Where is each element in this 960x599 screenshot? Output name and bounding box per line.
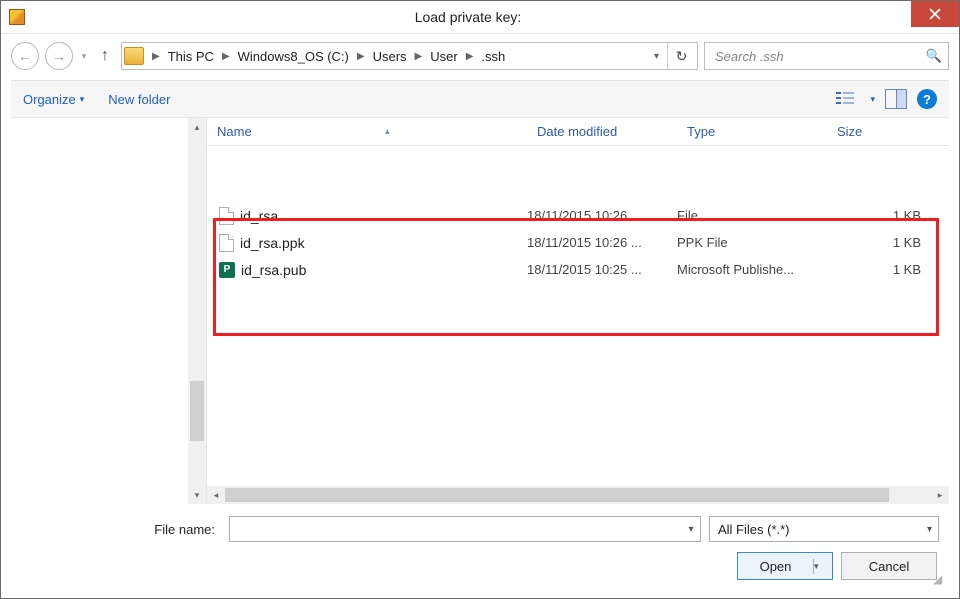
column-size[interactable]: Size [827,124,949,139]
search-box[interactable]: 🔍 [704,42,949,70]
open-button[interactable]: Open ▾ [737,552,833,580]
file-date: 18/11/2015 10:26 ... [527,235,677,250]
preview-pane-button[interactable] [885,89,907,109]
hscroll-thumb[interactable] [225,488,889,502]
open-dropdown[interactable]: ▾ [814,561,832,572]
file-list: Name ▴ Date modified Type Size id_rsa 18… [207,118,949,504]
file-name: id_rsa.pub [241,262,306,278]
main-area: ▴ ▾ Name ▴ Date modified Type Size [11,118,949,504]
column-name-label: Name [217,124,252,139]
chevron-down-icon: ▾ [80,94,85,105]
view-dropdown[interactable]: ▾ [870,94,875,105]
breadcrumb-item[interactable]: User [428,49,459,64]
forward-button[interactable]: → [45,42,73,70]
close-button[interactable] [911,1,959,27]
column-headers: Name ▴ Date modified Type Size [207,118,949,146]
organize-button[interactable]: Organize ▾ [23,92,84,107]
file-icon [219,234,234,252]
sidebar-scrollbar[interactable]: ▴ ▾ [188,118,206,504]
view-options-button[interactable] [836,89,860,109]
file-type: PPK File [677,235,827,250]
help-button[interactable]: ? [917,89,937,109]
bottom-panel: File name: ▾ All Files (*.*) ▾ Open ▾ Ca… [11,504,949,588]
filetype-dropdown[interactable]: ▾ [927,524,932,535]
file-size: 1 KB [827,208,949,223]
titlebar: Load private key: [1,1,959,33]
files-body: id_rsa 18/11/2015 10:26 ... File 1 KB id… [207,146,949,486]
file-row[interactable]: P id_rsa.pub 18/11/2015 10:25 ... Micros… [207,256,949,283]
file-name: id_rsa.ppk [240,235,305,251]
app-icon [9,9,25,25]
scroll-left[interactable]: ◂ [207,490,225,501]
column-name[interactable]: Name ▴ [207,124,527,139]
history-dropdown[interactable]: ▾ [79,42,89,70]
cancel-button[interactable]: Cancel [841,552,937,580]
filename-dropdown[interactable]: ▾ [682,524,700,535]
scroll-right[interactable]: ▸ [931,490,949,501]
chevron-right-icon: ▶ [462,51,478,62]
file-size: 1 KB [827,262,949,277]
breadcrumb-item[interactable]: .ssh [479,49,507,64]
search-input[interactable] [713,48,926,65]
filename-combo[interactable]: ▾ [229,516,701,542]
file-date: 18/11/2015 10:25 ... [527,262,677,277]
open-button-label: Open [738,559,814,574]
file-icon [219,207,234,225]
publisher-icon: P [219,262,235,278]
window-title: Load private key: [25,9,911,25]
file-row[interactable]: id_rsa.ppk 18/11/2015 10:26 ... PPK File… [207,229,949,256]
nav-row: ← → ▾ ↑ ▶ This PC ▶ Windows8_OS (C:) ▶ U… [11,42,949,70]
column-type[interactable]: Type [677,124,827,139]
resize-grip[interactable]: ◢ [933,572,945,584]
breadcrumb-item[interactable]: Users [371,49,409,64]
scroll-up[interactable]: ▴ [188,118,206,136]
organize-label: Organize [23,92,76,107]
chevron-right-icon: ▶ [353,51,369,62]
hscroll-track[interactable] [225,486,931,504]
address-bar[interactable]: ▶ This PC ▶ Windows8_OS (C:) ▶ Users ▶ U… [121,42,698,70]
folder-tree[interactable]: ▴ ▾ [11,118,207,504]
filename-input[interactable] [230,522,682,537]
scroll-track[interactable] [188,136,206,486]
scroll-thumb[interactable] [190,381,204,441]
file-row[interactable]: id_rsa 18/11/2015 10:26 ... File 1 KB [207,202,949,229]
folder-icon [124,47,144,65]
chevron-right-icon: ▶ [411,51,427,62]
address-dropdown[interactable]: ▾ [648,51,665,62]
breadcrumb-item[interactable]: This PC [166,49,216,64]
search-icon: 🔍 [926,48,942,64]
filetype-combo[interactable]: All Files (*.*) ▾ [709,516,939,542]
file-date: 18/11/2015 10:26 ... [527,208,677,223]
horizontal-scrollbar[interactable]: ◂ ▸ [207,486,949,504]
back-button[interactable]: ← [11,42,39,70]
file-type: Microsoft Publishe... [677,262,827,277]
file-size: 1 KB [827,235,949,250]
breadcrumb-item[interactable]: Windows8_OS (C:) [236,49,351,64]
chevron-right-icon: ▶ [218,51,234,62]
scroll-down[interactable]: ▾ [188,486,206,504]
file-type: File [677,208,827,223]
filetype-label: All Files (*.*) [718,522,790,537]
new-folder-button[interactable]: New folder [108,92,170,107]
chevron-right-icon: ▶ [148,51,164,62]
up-button[interactable]: ↑ [95,42,115,70]
file-name: id_rsa [240,208,278,224]
sort-asc-icon: ▴ [385,126,390,137]
toolbar: Organize ▾ New folder ▾ ? [11,80,949,118]
filename-label: File name: [21,522,221,537]
refresh-button[interactable]: ↻ [667,43,695,69]
column-date[interactable]: Date modified [527,124,677,139]
